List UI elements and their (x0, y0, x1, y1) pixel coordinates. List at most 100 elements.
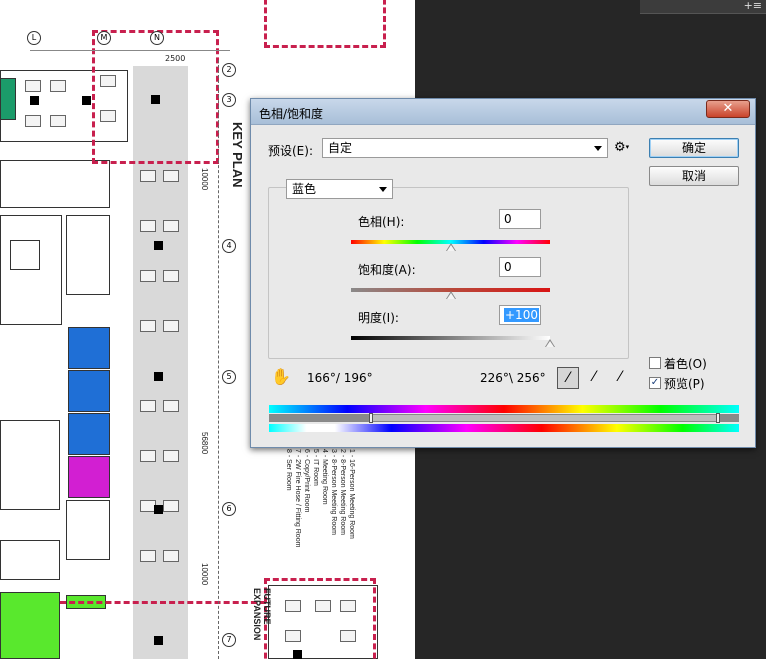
office-blue (68, 370, 110, 412)
desk (25, 115, 41, 127)
eyedropper-plus-icon: ⁄ (592, 369, 596, 385)
column (154, 505, 163, 514)
desk (163, 270, 179, 282)
dialog-title: 色相/饱和度 (259, 107, 324, 121)
chevron-down-icon (379, 187, 387, 192)
dashed-boundary (264, 0, 386, 48)
dashed-boundary (264, 578, 376, 659)
column (151, 95, 160, 104)
desk (163, 220, 179, 232)
eyedropper-minus-icon: ⁄ (618, 369, 622, 385)
saturation-label: 饱和度(A): (358, 263, 416, 277)
dialog-titlebar[interactable]: 色相/饱和度 ✕ (251, 99, 755, 125)
range-selection[interactable] (269, 415, 370, 421)
desk (140, 320, 156, 332)
colorize-label[interactable]: 着色(O) (664, 355, 707, 372)
grid-line (30, 50, 230, 51)
room-block (0, 540, 60, 580)
desk (285, 600, 301, 612)
hue-saturation-dialog: 色相/饱和度 ✕ 预设(E): 自定 ⚙▾ 确定 取消 蓝色 色相(H): 0 … (250, 98, 756, 448)
office-green (0, 592, 60, 659)
lightness-slider-track[interactable] (351, 336, 550, 340)
desk (285, 630, 301, 642)
grid-bubble: L (27, 31, 41, 45)
grid-bubble: 2 (222, 63, 236, 77)
desk (340, 600, 356, 612)
future-expansion-label: FUTURE EXPANSION (252, 588, 272, 641)
eyedropper-add-tool[interactable]: ⁄ (583, 367, 605, 389)
desk (50, 80, 66, 92)
desk (315, 600, 331, 612)
colorize-checkbox[interactable] (649, 357, 661, 369)
office-blue (68, 327, 110, 369)
channel-value: 蓝色 (292, 182, 317, 196)
range-slider-left[interactable] (369, 413, 373, 423)
desk (163, 550, 179, 562)
desk (140, 450, 156, 462)
chevron-down-icon (594, 146, 602, 151)
desk (340, 630, 356, 642)
eyedropper-tool[interactable]: ⁄ (557, 367, 579, 389)
column (154, 372, 163, 381)
room-block (0, 215, 62, 325)
column (30, 96, 39, 105)
panel-menu-icon[interactable]: +≡ (744, 0, 762, 12)
adjustment-group (268, 187, 629, 359)
preview-label[interactable]: 预览(P) (664, 375, 705, 392)
preview-checkbox[interactable]: ✓ (649, 377, 661, 389)
legend-item: 2 - 8-Person Meeting Room (339, 449, 346, 535)
desk (100, 75, 116, 87)
cancel-button[interactable]: 取消 (649, 166, 739, 186)
legend-item: 5 - IT Room (312, 449, 319, 486)
legend-item: 6 - Copy/Print Room (303, 449, 310, 513)
eyedropper-subtract-tool[interactable]: ⁄ (609, 367, 631, 389)
column (154, 241, 163, 250)
channel-select[interactable]: 蓝色 (286, 179, 393, 199)
preset-label: 预设(E): (268, 144, 313, 158)
range-right-values: 226°\ 256° (480, 371, 546, 385)
legend-item: 4 - Meeting Room (321, 449, 328, 505)
result-color-bar (269, 424, 739, 432)
legend-item: 3 - 8-Person Meeting Room (330, 449, 337, 535)
hue-field[interactable]: 0 (499, 209, 541, 229)
ok-button[interactable]: 确定 (649, 138, 739, 158)
column (293, 650, 302, 659)
grid-bubble: 7 (222, 633, 236, 647)
preset-value: 自定 (328, 141, 353, 155)
hue-value: 0 (504, 212, 512, 226)
hue-slider-thumb[interactable] (445, 243, 456, 251)
desk (140, 400, 156, 412)
grid-bubble: 3 (222, 93, 236, 107)
desk (50, 115, 66, 127)
desk (163, 500, 179, 512)
desk (163, 400, 179, 412)
room-block (0, 160, 110, 208)
room-block (66, 215, 110, 295)
hue-label: 色相(H): (358, 215, 405, 229)
lightness-slider-thumb[interactable] (545, 339, 555, 347)
range-adjust-bar[interactable] (269, 413, 739, 423)
hand-adjust-icon[interactable]: ✋ (271, 367, 291, 386)
room-block (66, 500, 110, 560)
desk (163, 320, 179, 332)
range-left-values: 166°/ 196° (307, 371, 373, 385)
chevron-down-icon: ▾ (625, 143, 630, 151)
lightness-field[interactable]: +100 (499, 305, 541, 325)
desk (25, 80, 41, 92)
key-plan-label: KEY PLAN (230, 122, 245, 188)
saturation-slider-thumb[interactable] (445, 291, 456, 299)
grid-bubble: M (97, 31, 111, 45)
desk (163, 170, 179, 182)
close-icon: ✕ (722, 101, 734, 116)
range-selection[interactable] (720, 415, 739, 421)
gear-icon: ⚙ (614, 140, 626, 155)
close-button[interactable]: ✕ (706, 100, 750, 118)
saturation-field[interactable]: 0 (499, 257, 541, 277)
settings-menu-button[interactable]: ⚙▾ (614, 140, 634, 156)
lightness-value: +100 (504, 308, 539, 322)
saturation-value: 0 (504, 260, 512, 274)
lightness-label: 明度(I): (358, 311, 399, 325)
room-block (10, 240, 40, 270)
grid-bubble: 5 (222, 370, 236, 384)
preset-select[interactable]: 自定 (322, 138, 608, 158)
